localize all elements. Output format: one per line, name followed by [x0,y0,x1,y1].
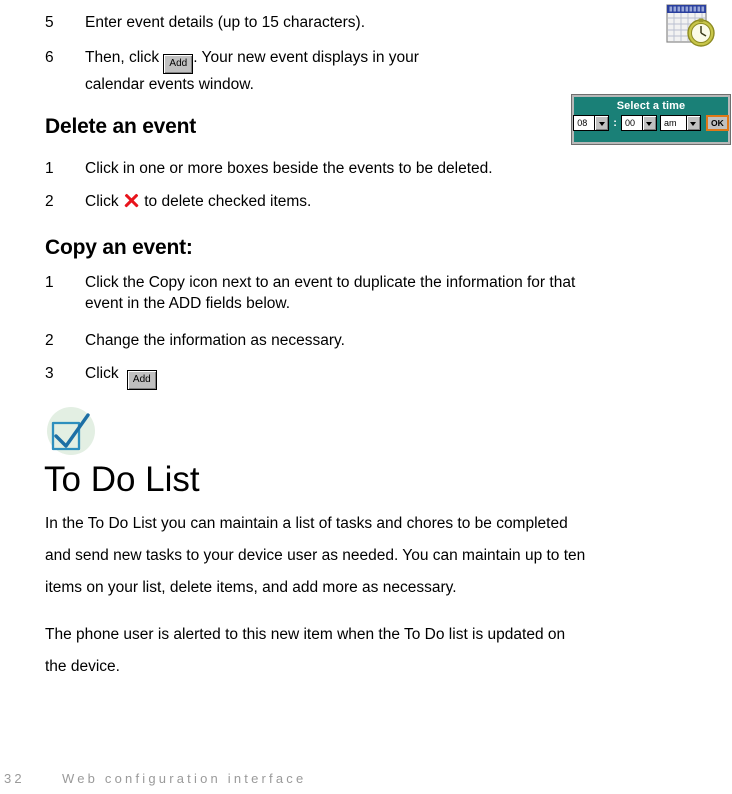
step-text: Click the Copy icon next to an event to … [85,272,575,314]
hour-select[interactable]: 08 [573,115,610,131]
minute-value: 00 [624,118,635,128]
page-footer: 32 Web configuration interface [0,771,732,786]
step-text-post: . Your new event displays in your [193,49,419,66]
chevron-down-icon[interactable] [641,116,656,130]
paragraph-line: In the To Do List you can maintain a lis… [45,515,568,532]
delete-step-1: 1 Click in one or more boxes beside the … [45,158,665,179]
step-6: 6 Then, click Add. Your new event displa… [45,47,645,95]
red-x-icon[interactable] [123,192,140,209]
paragraph-line: The phone user is alerted to this new it… [45,626,566,643]
footer-chapter-title: Web configuration interface [62,771,307,786]
todo-paragraph-1: In the To Do List you can maintain a lis… [45,508,585,604]
step-number: 3 [45,365,54,382]
step-number: 2 [45,193,54,210]
step-number: 2 [45,332,54,349]
copy-step-1: 1 Click the Copy icon next to an event t… [45,272,705,314]
step-text: Click to delete checked items. [85,191,311,212]
page-title: To Do List [44,460,200,499]
copy-an-event-heading: Copy an event: [45,236,193,259]
step-number: 6 [45,49,54,66]
step-text-pre: Then, click [85,49,160,66]
calendar-clock-icon [664,2,720,50]
step-number: 5 [45,14,54,31]
copy-step-3: 3 Click Add [45,363,665,390]
step-text: Enter event details (up to 15 characters… [85,14,366,31]
step-text: Change the information as necessary. [85,332,345,349]
step-number: 1 [45,160,54,177]
step-5: 5 Enter event details (up to 15 characte… [45,12,645,33]
step-text-pre: Click [85,193,119,210]
step-number: 1 [45,274,54,291]
checkmark-box-icon [43,405,99,457]
delete-step-2: 2 Click to delete checked items. [45,191,665,212]
paragraph-line: and send new tasks to your device user a… [45,547,586,564]
step-text-line2: event in the ADD fields below. [85,295,291,312]
time-separator: : [613,117,617,129]
copy-step-2: 2 Change the information as necessary. [45,330,665,351]
chevron-down-icon[interactable] [685,116,700,130]
step-text-post: to delete checked items. [144,193,312,210]
select-a-time-widget[interactable]: Select a time 08 : 00 am OK [572,95,730,144]
step-text-line1: Click the Copy icon next to an event to … [85,274,576,291]
time-controls-row: 08 : 00 am OK [573,115,729,131]
paragraph-line: items on your list, delete items, and ad… [45,579,457,596]
step-text: Click in one or more boxes beside the ev… [85,160,493,177]
hour-value: 08 [577,118,588,128]
footer-page-number: 32 [4,771,25,786]
meridiem-value: am [663,118,677,128]
step-text: Then, click Add. Your new event displays… [85,47,419,95]
chevron-down-icon[interactable] [594,116,609,130]
paragraph-line: the device. [45,658,120,675]
add-button[interactable]: Add [163,54,194,74]
ok-button[interactable]: OK [705,115,729,131]
step-text-pre: Click [85,365,119,382]
add-button[interactable]: Add [126,370,157,390]
todo-paragraph-2: The phone user is alerted to this new it… [45,619,565,683]
step-text-line2: calendar events window. [85,76,254,93]
step-text: Click Add [85,363,157,390]
delete-an-event-heading: Delete an event [45,115,197,138]
select-a-time-title: Select a time [616,100,686,112]
minute-select[interactable]: 00 [620,115,657,131]
meridiem-select[interactable]: am [659,115,701,131]
